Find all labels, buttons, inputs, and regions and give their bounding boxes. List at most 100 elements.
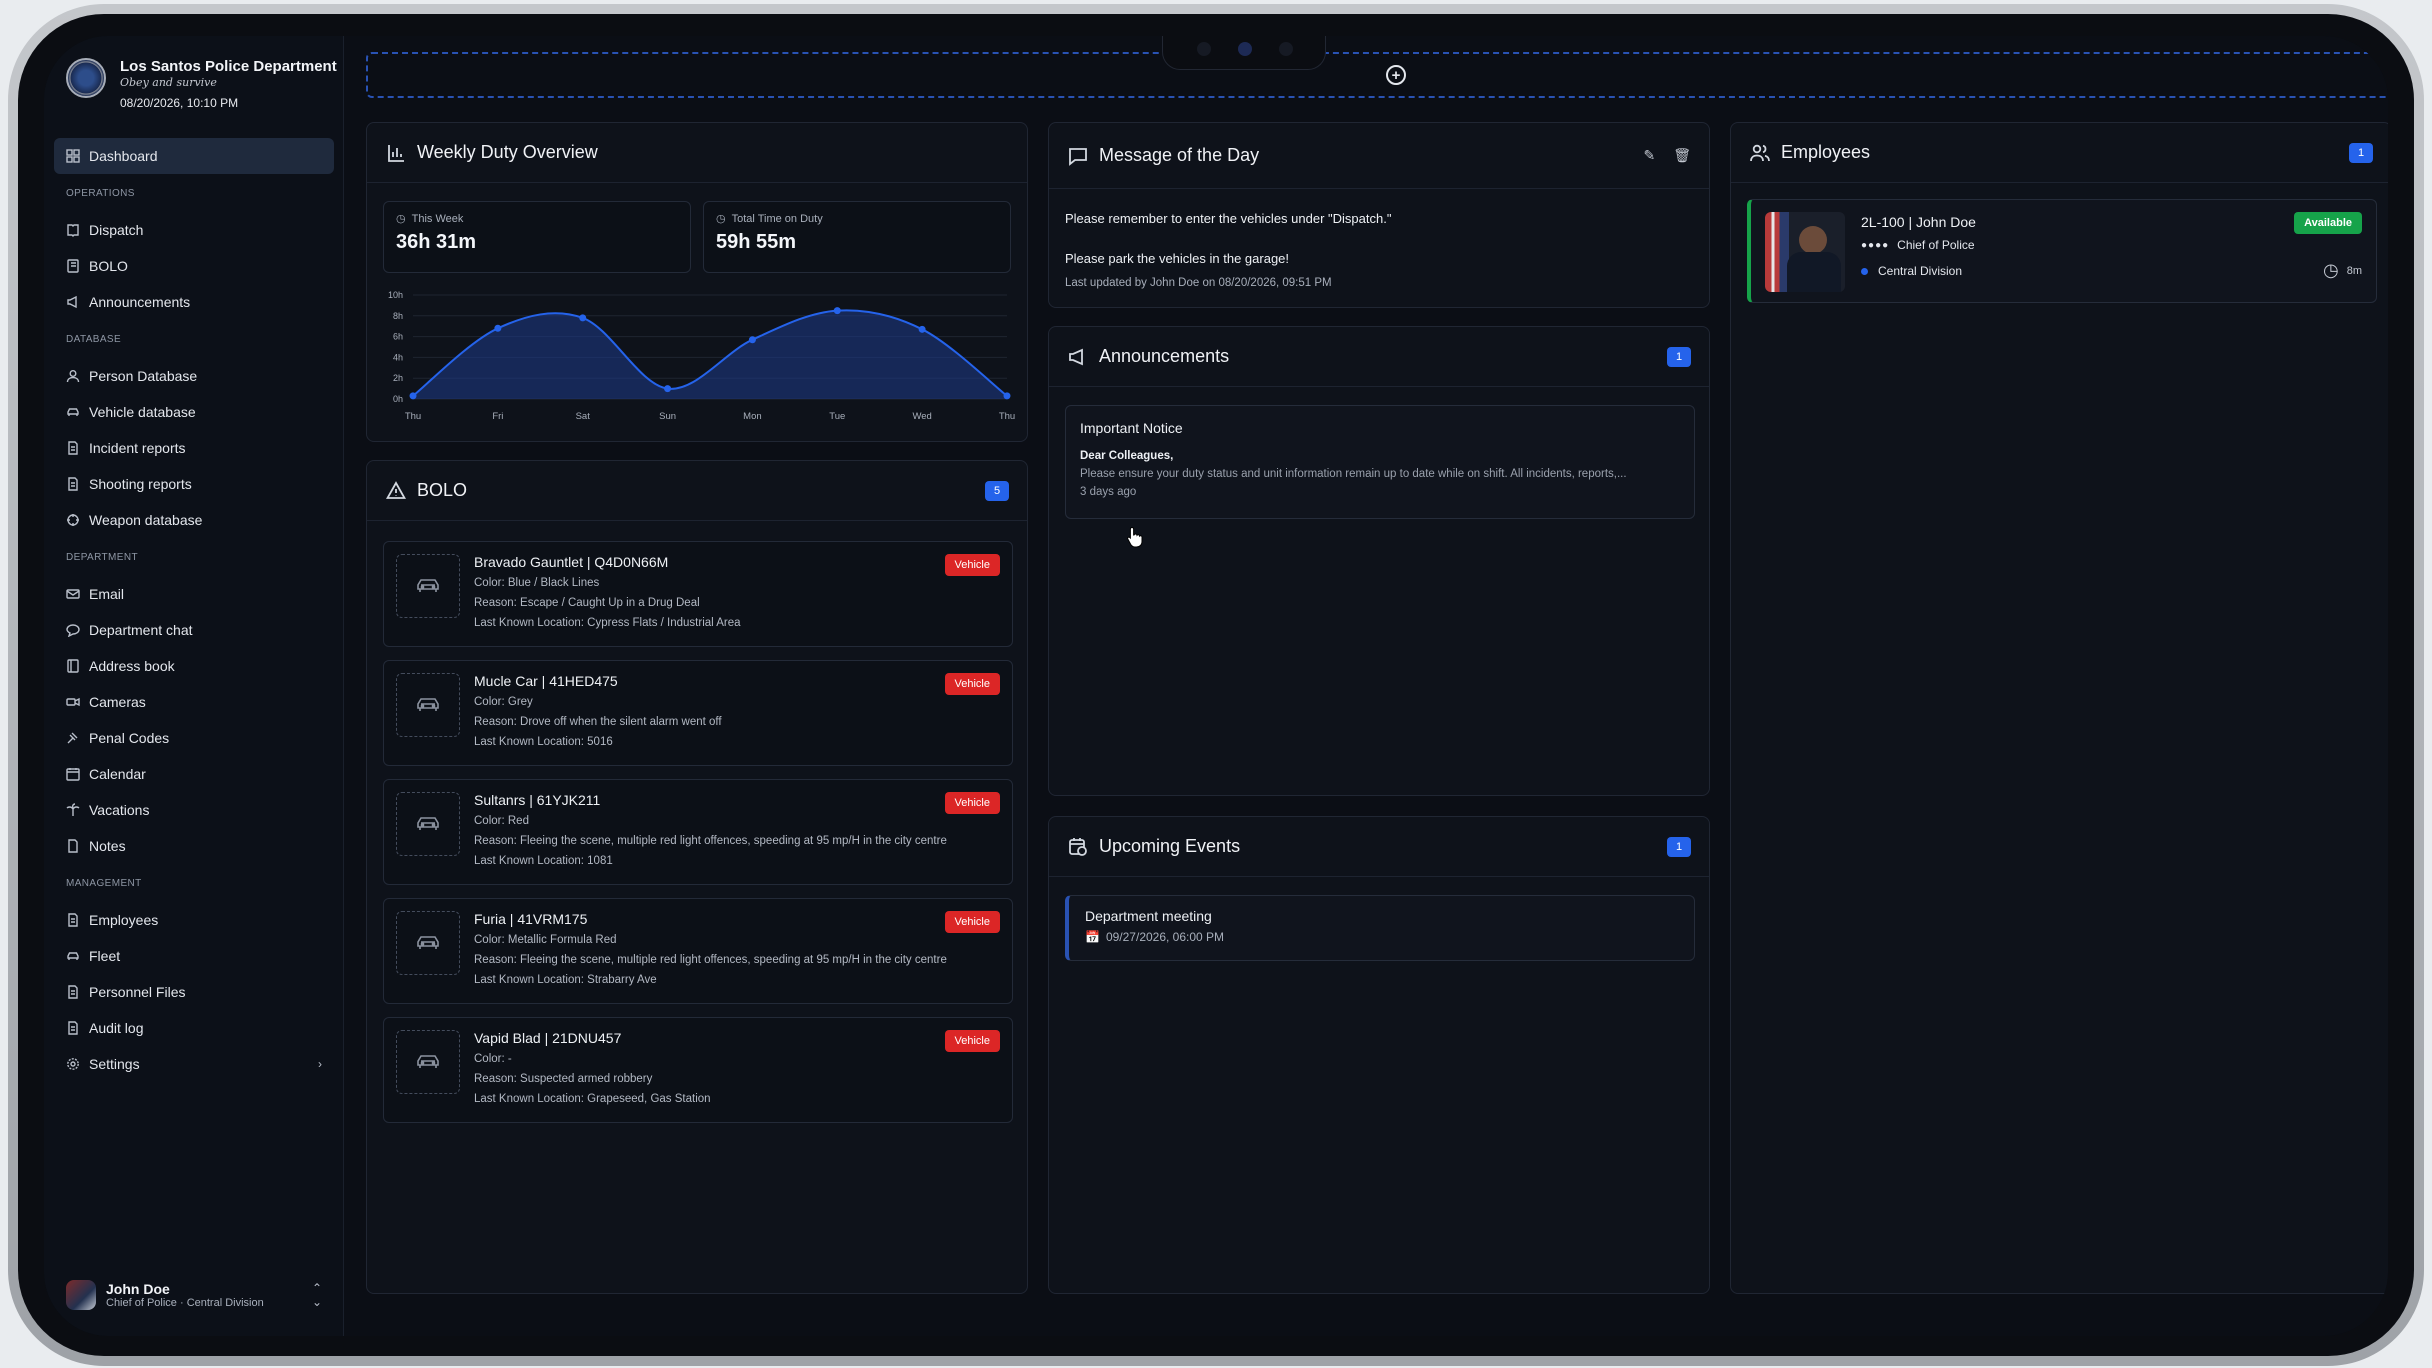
sidebar-item-dispatch[interactable]: Dispatch [54, 212, 334, 248]
employee-rank: Chief of Police [1897, 238, 1975, 252]
stat-total-duty: ◷ Total Time on Duty 59h 55m [703, 201, 1011, 273]
sidebar-item-settings[interactable]: Settings › [54, 1046, 334, 1082]
avatar [66, 1280, 96, 1310]
calendar-icon: 📅 [1085, 930, 1100, 944]
sidebar-item-calendar[interactable]: Calendar [54, 756, 334, 792]
dashboard-main: + Weekly Duty Overview ◷ This Week 36h 31… [344, 36, 2388, 1336]
x-tick-label: Fri [492, 411, 503, 422]
data-point [664, 385, 672, 393]
employee-photo [1765, 212, 1845, 292]
bolo-item[interactable]: Bravado Gauntlet | Q4D0N66M Vehicle Color:… [383, 541, 1013, 647]
employee-item[interactable]: 2L-100 | John Doe ●●●● Chief of Police Ce… [1747, 199, 2377, 303]
series-area [413, 310, 1007, 399]
sidebar-item-label: Announcements [89, 294, 191, 310]
user-menu[interactable]: John Doe Chief of Police · Central Divis… [66, 1280, 322, 1310]
address-book-icon [66, 659, 80, 673]
sidebar-item-audit-log[interactable]: Audit log [54, 1010, 334, 1046]
bolo-item[interactable]: Sultanrs | 61YJK211 Vehicle Color: Red Reas… [383, 779, 1013, 885]
sidebar-item-vacations[interactable]: Vacations [54, 792, 334, 828]
events-card: Upcoming Events 1 Department meeting 📅 09… [1048, 816, 1710, 1294]
x-tick-label: Tue [829, 411, 845, 422]
event-title: Department meeting [1085, 908, 1212, 924]
sidebar-item-label: Vacations [89, 802, 150, 818]
y-tick-label: 2h [393, 373, 403, 383]
bolo-location: Last Known Location: Grapeseed, Gas Stat… [474, 1093, 711, 1105]
event-date: 09/27/2026, 06:00 PM [1105, 930, 1225, 944]
sidebar-item-vehicle-database[interactable]: Vehicle database [54, 394, 334, 430]
megaphone-icon [1067, 346, 1089, 368]
chevron-right-icon: › [318, 1057, 322, 1071]
sidebar-item-cameras[interactable]: Cameras [54, 684, 334, 720]
stat-value: 36h 31m [396, 231, 477, 253]
sidebar-item-person-database[interactable]: Person Database [54, 358, 334, 394]
sidebar-item-shooting-reports[interactable]: Shooting reports [54, 466, 334, 502]
sidebar-item-notes[interactable]: Notes [54, 828, 334, 864]
sidebar-item-incident-reports[interactable]: Incident reports [54, 430, 334, 466]
bolo-title: Sultanrs | 61YJK211 [474, 792, 601, 808]
sidebar-item-label: Vehicle database [89, 404, 196, 420]
brand-title: Los Santos Police Department [120, 58, 337, 75]
sidebar-item-department-chat[interactable]: Department chat [54, 612, 334, 648]
clock-icon: ◷ [716, 213, 726, 225]
x-tick-label: Mon [743, 411, 761, 422]
sidebar-item-label: Dispatch [89, 222, 144, 238]
duty-chart: 10h8h6h4h2h0hThu Fri Sat Sun Mon Tue Wed Thu [388, 290, 1015, 422]
sidebar-item-email[interactable]: Email [54, 576, 334, 612]
bolo-location: Last Known Location: 5016 [474, 736, 613, 748]
sidebar-nav: Dashboard OPERATIONS Dispatch BOLO Annou… [54, 138, 334, 1082]
count-badge: 1 [1667, 836, 1691, 857]
bolo-item[interactable]: Vapid Blad | 21DNU457 Vehicle Color: - Reas… [383, 1017, 1013, 1123]
announcement-age: 3 days ago [1080, 486, 1137, 498]
current-datetime: 08/20/2026, 10:10 PM [120, 96, 239, 110]
stat-value: 59h 55m [716, 231, 797, 253]
sidebar-item-label: Cameras [89, 694, 146, 710]
hand-cursor-icon [1127, 526, 1143, 548]
sidebar-item-personnel-files[interactable]: Personnel Files [54, 974, 334, 1010]
employees-card: Employees 1 2L-100 | John Doe ●●●● Chief … [1730, 122, 2388, 1294]
bolo-color: Color: Blue / Black Lines [474, 577, 600, 589]
add-widget-zone[interactable]: + [366, 52, 2388, 98]
announcement-greeting: Dear Colleagues, [1080, 450, 1174, 462]
sidebar-item-fleet[interactable]: Fleet [54, 938, 334, 974]
calendar-icon [66, 767, 80, 781]
document-icon [66, 985, 80, 999]
bolo-location: Last Known Location: Cypress Flats / Ind… [474, 617, 741, 629]
crosshair-icon [66, 513, 80, 527]
sidebar-item-label: Weapon database [89, 512, 203, 528]
event-item[interactable]: Department meeting 📅 09/27/2026, 06:00 PM [1065, 895, 1695, 961]
card-header: BOLO 5 [367, 461, 1027, 521]
announcement-item[interactable]: Important Notice Dear Colleagues, Please… [1065, 405, 1695, 519]
card-title: BOLO [417, 480, 468, 500]
bolo-color: Color: Grey [474, 696, 533, 708]
bar-chart-icon [385, 142, 407, 164]
bolo-reason: Reason: Escape / Caught Up in a Drug Dea… [474, 597, 700, 609]
vehicle-tag: Vehicle [944, 792, 1000, 814]
screen: Los Santos Police Department Obey and su… [44, 36, 2388, 1336]
data-point [833, 307, 841, 315]
bolo-item[interactable]: Furia | 41VRM175 Vehicle Color: Metallic F… [383, 898, 1013, 1004]
car-icon [66, 949, 80, 963]
card-title: Upcoming Events [1099, 836, 1241, 856]
trash-icon[interactable]: 🗑 [1673, 147, 1691, 164]
user-icon [66, 369, 80, 383]
sidebar-item-label: BOLO [89, 258, 128, 274]
sidebar-item-employees[interactable]: Employees [54, 902, 334, 938]
weekly-duty-card: Weekly Duty Overview ◷ This Week 36h 31m … [366, 122, 1028, 442]
sidebar-item-label: Employees [89, 912, 159, 928]
sidebar-item-address-book[interactable]: Address book [54, 648, 334, 684]
sidebar-item-bolo[interactable]: BOLO [54, 248, 334, 284]
sidebar-item-dashboard[interactable]: Dashboard [54, 138, 334, 174]
sidebar-item-label: Settings [89, 1056, 140, 1072]
sidebar-item-label: Incident reports [89, 440, 186, 456]
bezel: Los Santos Police Department Obey and su… [18, 14, 2414, 1356]
edit-icon[interactable]: ✎ [1643, 147, 1655, 164]
sidebar-item-penal-codes[interactable]: Penal Codes [54, 720, 334, 756]
vehicle-tag: Vehicle [944, 1030, 1000, 1052]
sidebar-item-announcements[interactable]: Announcements [54, 284, 334, 320]
bolo-item[interactable]: Mucle Car | 41HED475 Vehicle Color: Grey Re… [383, 660, 1013, 766]
car-icon [396, 911, 460, 975]
clock-icon: ◷ [396, 213, 406, 225]
sidebar-item-weapon-database[interactable]: Weapon database [54, 502, 334, 538]
rank-insignia-icon: ●●●● [1861, 239, 1890, 251]
sidebar-item-label: Fleet [89, 948, 121, 964]
